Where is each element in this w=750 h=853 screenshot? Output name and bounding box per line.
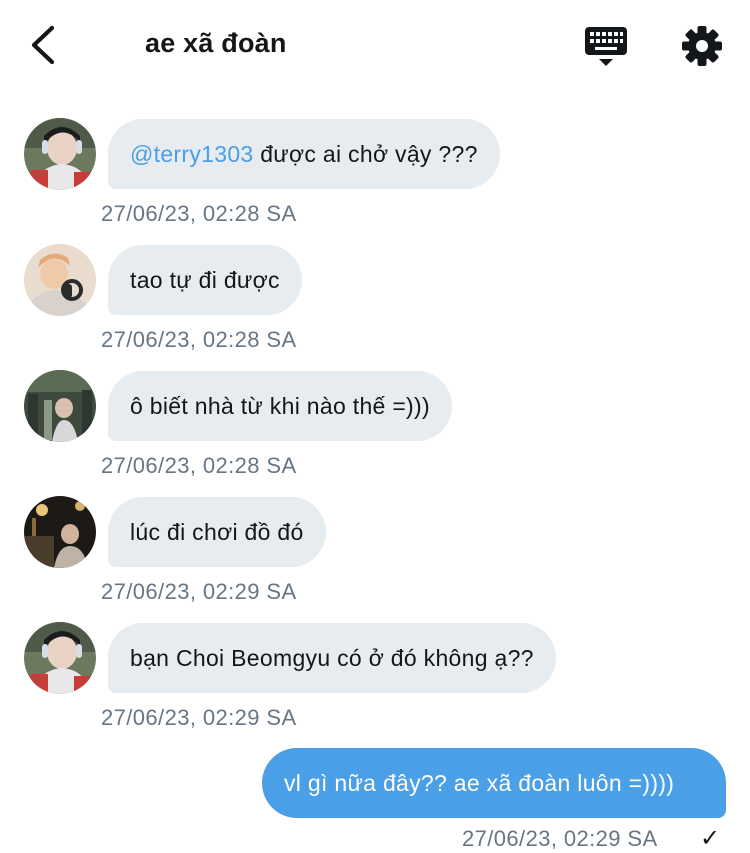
- avatar[interactable]: [24, 118, 96, 190]
- message-text: tao tự đi được: [130, 266, 280, 293]
- message-timestamp: 27/06/23, 02:29 SA: [462, 826, 658, 851]
- message-bubble[interactable]: tao tự đi được: [108, 245, 302, 315]
- conversation-header: ae xã đoàn: [0, 0, 750, 92]
- back-button[interactable]: [26, 24, 66, 66]
- message-text: được ai chở vậy ???: [253, 140, 478, 167]
- avatar[interactable]: [24, 496, 96, 568]
- message-text: ô biết nhà từ khi nào thế =))): [130, 392, 430, 419]
- keyboard-icon: [585, 27, 627, 66]
- message-bubble[interactable]: lúc đi chơi đồ đó: [108, 497, 326, 567]
- mention-link[interactable]: @terry1303: [130, 141, 254, 168]
- chevron-left-icon: [31, 25, 55, 65]
- message-text: bạn Choi Beomgyu có ở đó không ạ??: [130, 644, 534, 671]
- conversation-title: ae xã đoàn: [145, 28, 287, 58]
- sent-check-icon: ✓: [700, 825, 721, 852]
- avatar[interactable]: [24, 370, 96, 442]
- message-timestamp: 27/06/23, 02:29 SA: [101, 579, 297, 604]
- keyboard-button[interactable]: [584, 26, 628, 68]
- message-timestamp: 27/06/23, 02:28 SA: [101, 327, 297, 352]
- message-text: lúc đi chơi đồ đó: [130, 518, 304, 545]
- message-bubble[interactable]: @terry1303 được ai chở vậy ???: [108, 119, 500, 189]
- message-timestamp: 27/06/23, 02:29 SA: [101, 705, 297, 730]
- outgoing-message-bubble[interactable]: vl gì nữa đây?? ae xã đoàn luôn =)))): [262, 748, 726, 818]
- message-timestamp: 27/06/23, 02:28 SA: [101, 453, 297, 478]
- message-timestamp: 27/06/23, 02:28 SA: [101, 201, 297, 226]
- avatar[interactable]: [24, 244, 96, 316]
- message-bubble[interactable]: ô biết nhà từ khi nào thế =))): [108, 371, 452, 441]
- gear-icon: [682, 26, 722, 66]
- avatar[interactable]: [24, 622, 96, 694]
- message-text: vl gì nữa đây?? ae xã đoàn luôn =)))): [284, 769, 675, 796]
- settings-button[interactable]: [680, 24, 724, 68]
- message-bubble[interactable]: bạn Choi Beomgyu có ở đó không ạ??: [108, 623, 556, 693]
